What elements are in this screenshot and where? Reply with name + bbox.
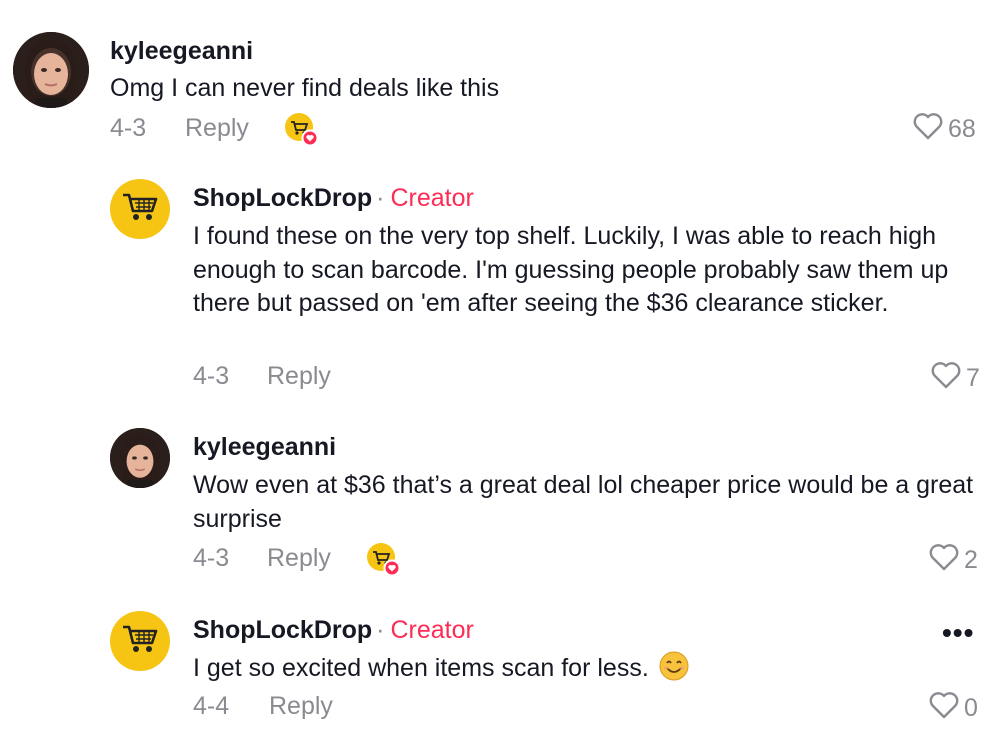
comment-username[interactable]: kyleegeanni — [110, 37, 253, 66]
like-count: 0 — [964, 694, 978, 722]
shopping-cart-icon — [120, 189, 160, 230]
creator-liked-icon — [367, 543, 401, 577]
avatar-shoplockdrop[interactable] — [110, 611, 170, 671]
avatar-kyleegeanni[interactable] — [13, 32, 89, 108]
comment-date: 4-3 — [193, 362, 230, 390]
shopping-cart-icon — [120, 621, 160, 662]
comment-username[interactable]: ShopLockDrop · Creator — [193, 184, 474, 213]
like-button[interactable]: 2 — [928, 542, 978, 579]
smiling-face-emoji-icon — [659, 651, 689, 681]
like-button[interactable]: 68 — [912, 111, 976, 148]
creator-badge: Creator — [390, 184, 474, 212]
separator-dot: · — [376, 616, 385, 644]
comment-text: Omg I can never find deals like this — [110, 74, 500, 102]
comment-date: 4-4 — [193, 692, 230, 720]
more-options-icon[interactable]: ••• — [942, 617, 974, 649]
avatar-shoplockdrop[interactable] — [110, 179, 170, 239]
like-button[interactable]: 0 — [928, 690, 978, 727]
comment-text: I get so excited when items scan for les… — [193, 651, 983, 686]
comment-date: 4-3 — [110, 114, 147, 142]
heart-outline-icon — [930, 360, 962, 397]
creator-liked-icon — [285, 113, 319, 147]
creator-badge: Creator — [390, 616, 474, 644]
reply-button[interactable]: Reply — [267, 544, 331, 573]
reply-button[interactable]: Reply — [185, 114, 249, 143]
comment-date: 4-3 — [193, 544, 230, 572]
heart-outline-icon — [928, 690, 960, 727]
like-button[interactable]: 7 — [930, 360, 980, 397]
separator-dot: · — [376, 184, 385, 212]
like-count: 2 — [964, 546, 978, 574]
comment-username[interactable]: kyleegeanni — [193, 433, 336, 462]
reply-button[interactable]: Reply — [267, 362, 331, 391]
comment-text: I found these on the very top shelf. Luc… — [193, 222, 949, 317]
comment-text: Wow even at $36 that’s a great deal lol … — [193, 471, 974, 533]
like-count: 7 — [966, 364, 980, 392]
heart-outline-icon — [912, 111, 944, 148]
avatar-kyleegeanni[interactable] — [110, 428, 170, 488]
reply-button[interactable]: Reply — [269, 692, 333, 721]
comment-username[interactable]: ShopLockDrop · Creator — [193, 616, 474, 645]
heart-outline-icon — [928, 542, 960, 579]
like-count: 68 — [948, 115, 976, 143]
